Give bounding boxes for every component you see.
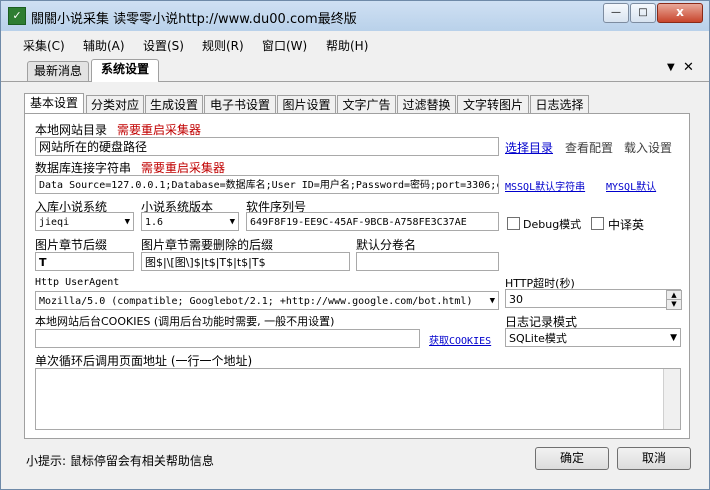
menu-collect[interactable]: 采集(C) <box>23 37 65 54</box>
translate-label: 中译英 <box>608 218 645 232</box>
title-bar[interactable]: ✓ 關關小说采集 读零零小说http://www.du00.com最终版 — □… <box>1 1 709 31</box>
user-agent-label: Http UserAgent <box>35 277 120 288</box>
system-version-select[interactable]: 1.6 ▼ <box>141 212 239 231</box>
app-icon: ✓ <box>8 7 26 25</box>
select-dir-link[interactable]: 选择目录 <box>505 139 553 156</box>
local-dir-input[interactable]: 网站所在的硬盘路径 <box>35 137 499 156</box>
tab-log-selection[interactable]: 日志选择 <box>530 95 589 114</box>
translate-checkbox[interactable] <box>591 217 604 230</box>
loop-url-textarea[interactable] <box>35 368 681 430</box>
novel-system-select[interactable]: jieqi ▼ <box>35 212 134 231</box>
db-restart-note: 需要重启采集器 <box>141 161 226 175</box>
tab-category-mapping[interactable]: 分类对应 <box>86 95 144 114</box>
menu-bar: 采集(C) 辅助(A) 设置(S) 规则(R) 窗口(W) 帮助(H) <box>1 32 709 56</box>
spin-down-icon[interactable]: ▼ <box>666 299 682 310</box>
restart-note: 需要重启采集器 <box>117 123 202 137</box>
app-window: ✓ 關關小说采集 读零零小说http://www.du00.com最终版 — □… <box>0 0 710 490</box>
image-chapter-suffix-label: 图片章节后缀 <box>35 238 108 252</box>
tabs-dropdown-icon[interactable]: ▼ <box>667 62 675 73</box>
default-volume-input[interactable] <box>356 252 499 271</box>
tab-latest-news[interactable]: 最新消息 <box>27 61 89 81</box>
maximize-button[interactable]: □ <box>630 3 656 23</box>
chevron-down-icon: ▼ <box>124 217 130 227</box>
user-agent-select[interactable]: Mozilla/5.0 (compatible; Googlebot/2.1; … <box>35 291 499 310</box>
load-settings-button[interactable]: 载入设置 <box>624 139 672 156</box>
tab-system-settings[interactable]: 系统设置 <box>91 59 159 82</box>
default-volume-label: 默认分卷名 <box>356 238 417 252</box>
cancel-button[interactable]: 取消 <box>617 447 691 470</box>
menu-assist[interactable]: 辅助(A) <box>83 37 125 54</box>
menu-rules[interactable]: 规则(R) <box>202 37 244 54</box>
tab-text-ads[interactable]: 文字广告 <box>337 95 396 114</box>
minimize-button[interactable]: — <box>603 3 629 23</box>
tab-ebook-settings[interactable]: 电子书设置 <box>204 95 276 114</box>
http-timeout-value: 30 <box>509 293 523 306</box>
chevron-down-icon: ▼ <box>229 217 235 227</box>
close-button[interactable]: x <box>657 3 703 23</box>
local-dir-label: 本地网站目录 <box>35 123 108 137</box>
loop-url-label: 单次循环后调用页面地址 (一行一个地址) <box>35 354 253 368</box>
image-chapter-suffix-input[interactable]: T <box>35 252 134 271</box>
image-suffix-remove-input[interactable]: 图$|\[图\]$|t$|T$|t$|T$ <box>141 252 350 271</box>
menu-settings[interactable]: 设置(S) <box>143 37 184 54</box>
chevron-down-icon: ▼ <box>670 333 677 343</box>
db-connection-input[interactable]: Data Source=127.0.0.1;Database=数据库名;User… <box>35 175 499 194</box>
view-config-button[interactable]: 查看配置 <box>565 139 613 156</box>
cookies-label: 本地网站后台COOKIES (调用后台功能时需要, 一般不用设置) <box>35 315 335 328</box>
tab-close-icon[interactable]: ✕ <box>683 60 694 75</box>
system-version-value: 1.6 <box>145 217 164 228</box>
chevron-down-icon: ▼ <box>489 296 495 306</box>
tab-generate-settings[interactable]: 生成设置 <box>145 95 203 114</box>
menu-help[interactable]: 帮助(H) <box>326 37 368 54</box>
cookies-input[interactable] <box>35 329 420 348</box>
debug-mode-checkbox[interactable] <box>507 217 520 230</box>
ok-button[interactable]: 确定 <box>535 447 609 470</box>
settings-panel: 基本设置 分类对应 生成设置 电子书设置 图片设置 文字广告 过滤替换 文字转图… <box>2 82 708 488</box>
db-connection-label: 数据库连接字符串 <box>35 161 132 175</box>
tab-basic-settings[interactable]: 基本设置 <box>24 93 84 115</box>
tab-text-to-image[interactable]: 文字转图片 <box>457 95 529 114</box>
tab-filter-replace[interactable]: 过滤替换 <box>397 95 456 114</box>
log-mode-select[interactable]: SQLite模式 ▼ <box>505 328 681 347</box>
window-title: 關關小说采集 读零零小说http://www.du00.com最终版 <box>31 12 357 27</box>
user-agent-value: Mozilla/5.0 (compatible; Googlebot/2.1; … <box>39 296 473 307</box>
serial-number-input[interactable]: 649F8F19-EE9C-45AF-9BCB-A758FE3C37AE <box>246 212 499 231</box>
help-tip: 小提示: 鼠标停留会有相关帮助信息 <box>26 454 214 468</box>
mssql-default-link[interactable]: MSSQL默认字符串 <box>505 178 585 193</box>
menu-window[interactable]: 窗口(W) <box>262 37 307 54</box>
image-suffix-remove-label: 图片章节需要删除的后缀 <box>141 238 274 252</box>
mysql-default-link[interactable]: MYSQL默认 <box>606 178 656 193</box>
log-mode-value: SQLite模式 <box>509 332 567 345</box>
document-tabs: 最新消息 系统设置 ▼ ✕ <box>1 57 709 82</box>
get-cookies-link[interactable]: 获取COOKIES <box>429 332 491 347</box>
basic-settings-page: 本地网站目录 需要重启采集器 网站所在的硬盘路径 选择目录 查看配置 载入设置 … <box>24 113 690 439</box>
http-timeout-input[interactable]: 30 <box>505 289 681 308</box>
debug-mode-label: Debug模式 <box>523 218 582 231</box>
tab-image-settings[interactable]: 图片设置 <box>277 95 336 114</box>
loop-url-scrollbar[interactable] <box>663 369 680 429</box>
novel-system-value: jieqi <box>39 217 70 228</box>
